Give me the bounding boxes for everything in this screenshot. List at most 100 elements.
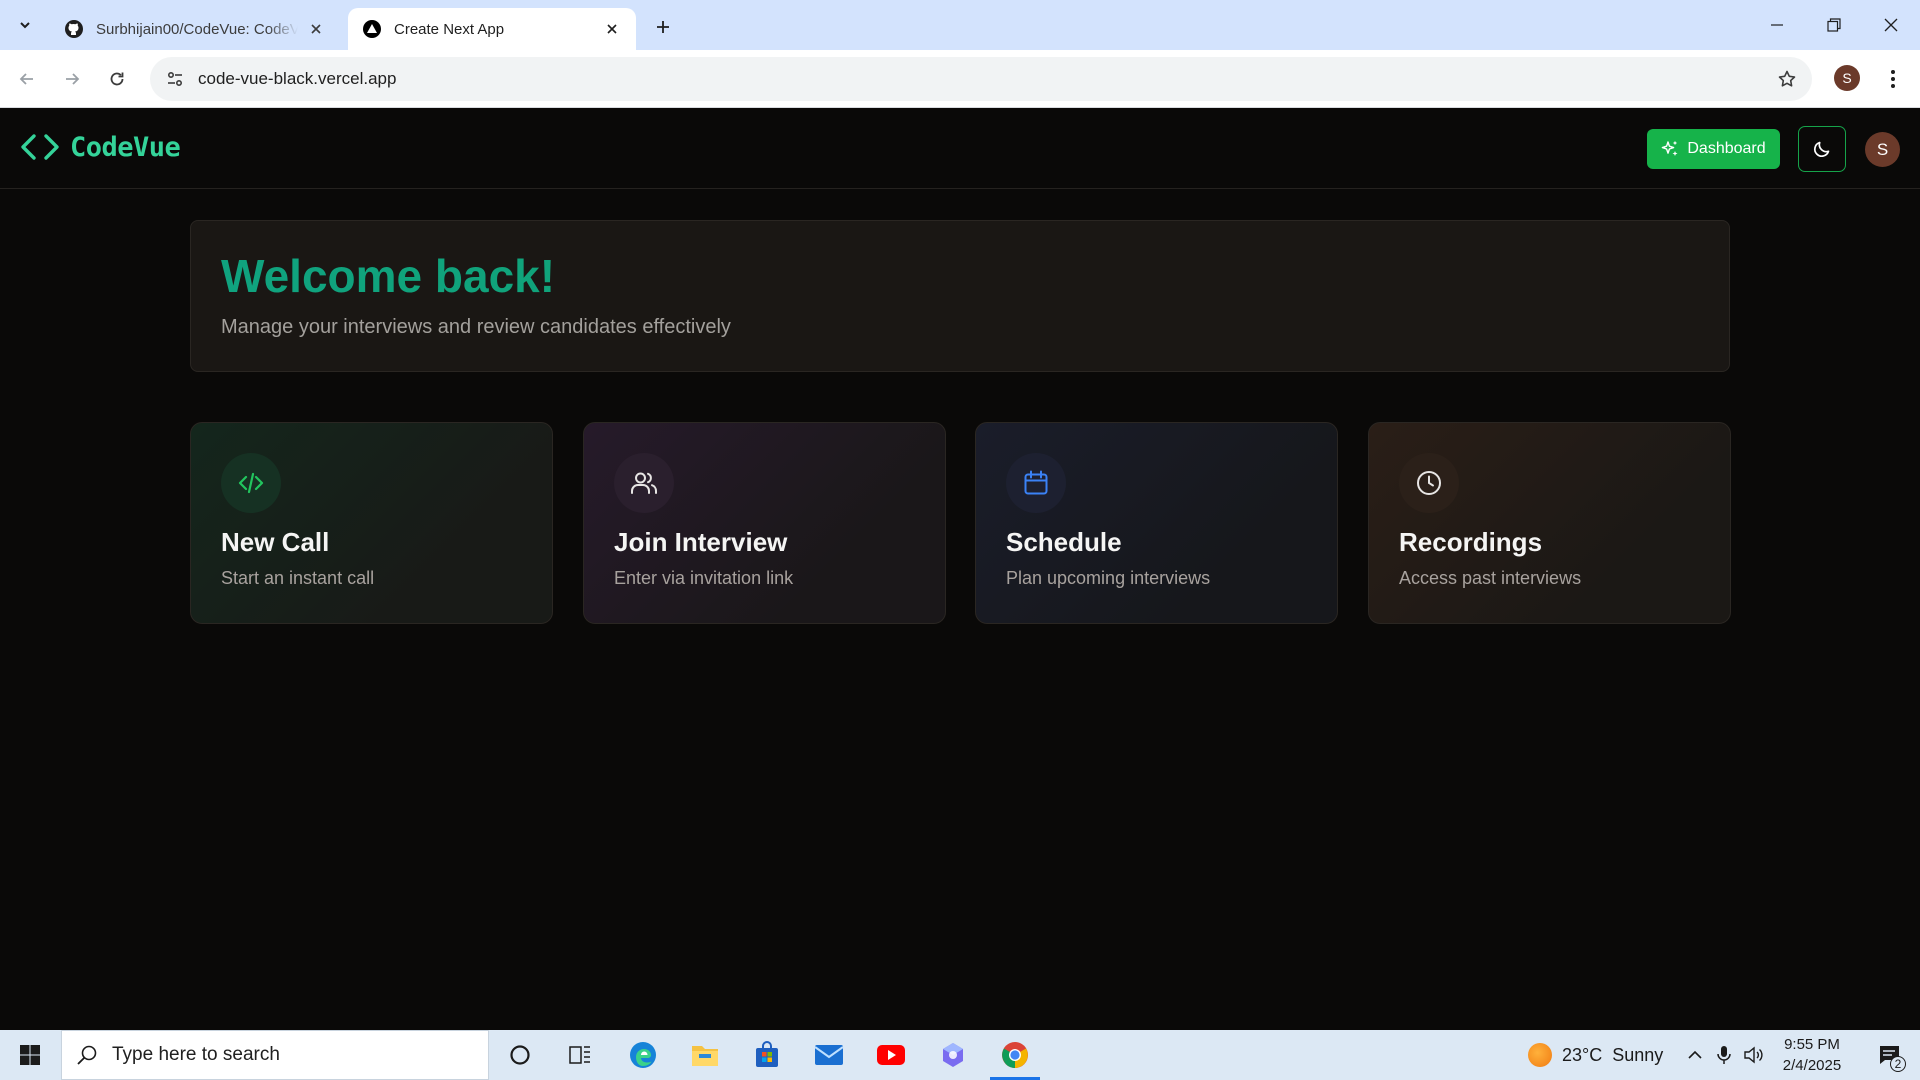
schedule-card[interactable]: Schedule Plan upcoming interviews bbox=[975, 422, 1338, 624]
url-text: code-vue-black.vercel.app bbox=[198, 69, 397, 88]
chrome-icon bbox=[1002, 1042, 1028, 1068]
user-avatar[interactable]: S bbox=[1865, 132, 1900, 167]
tab-title: Surbhijain00/CodeVue: CodeVue bbox=[96, 20, 298, 38]
close-window-button[interactable] bbox=[1862, 0, 1920, 50]
forward-button[interactable] bbox=[54, 61, 90, 97]
reload-icon bbox=[110, 72, 124, 86]
notification-center-button[interactable]: 2 bbox=[1866, 1030, 1912, 1080]
tab-title: Create Next App bbox=[394, 20, 505, 38]
volume-tray-button[interactable] bbox=[1739, 1030, 1767, 1080]
close-icon bbox=[1884, 18, 1898, 32]
card-title: New Call bbox=[221, 527, 330, 557]
card-description: Plan upcoming interviews bbox=[1006, 568, 1211, 588]
tab-search-button[interactable] bbox=[8, 10, 42, 40]
restore-icon bbox=[1827, 18, 1841, 32]
chrome-taskbar-icon[interactable] bbox=[986, 1030, 1044, 1080]
chevron-down-icon bbox=[20, 22, 30, 29]
welcome-title: Welcome back! bbox=[221, 251, 1699, 302]
sparkles-icon bbox=[1662, 141, 1678, 156]
minimize-button[interactable] bbox=[1748, 0, 1806, 50]
bookmark-star-icon[interactable] bbox=[1772, 64, 1802, 94]
start-button[interactable] bbox=[0, 1030, 60, 1080]
task-view-icon bbox=[569, 1046, 590, 1064]
minimize-icon bbox=[1771, 24, 1783, 26]
calendar-icon bbox=[1024, 470, 1048, 495]
join-interview-card[interactable]: Join Interview Enter via invitation link bbox=[583, 422, 946, 624]
recordings-card[interactable]: Recordings Access past interviews bbox=[1368, 422, 1731, 624]
clock-time: 9:55 PM bbox=[1784, 1036, 1840, 1053]
new-tab-button[interactable] bbox=[648, 12, 678, 42]
recordings-icon-wrap bbox=[1399, 453, 1459, 513]
clock-date: 2/4/2025 bbox=[1782, 1057, 1842, 1074]
store-icon bbox=[756, 1041, 778, 1067]
folder-icon bbox=[692, 1046, 718, 1066]
tab-close-icon[interactable] bbox=[602, 19, 622, 39]
browser-toolbar: code-vue-black.vercel.app S bbox=[0, 50, 1920, 108]
taskbar-search-box[interactable]: Type here to search bbox=[61, 1030, 489, 1080]
edge-icon bbox=[630, 1042, 656, 1068]
dashboard-button-label: Dashboard bbox=[1687, 140, 1766, 157]
search-icon bbox=[77, 1045, 97, 1065]
notification-count: 2 bbox=[1890, 1056, 1906, 1072]
tab-github[interactable]: Surbhijain00/CodeVue: CodeVue bbox=[50, 8, 340, 50]
app-logo[interactable]: CodeVue bbox=[20, 130, 181, 164]
welcome-subtitle: Manage your interviews and review candid… bbox=[221, 315, 731, 338]
microphone-tray-button[interactable] bbox=[1710, 1030, 1738, 1080]
restore-button[interactable] bbox=[1805, 0, 1863, 50]
card-description: Start an instant call bbox=[221, 568, 375, 588]
sunny-icon bbox=[1528, 1043, 1552, 1067]
browser-profile-avatar[interactable]: S bbox=[1834, 65, 1860, 91]
card-title: Recordings bbox=[1399, 527, 1543, 557]
tab-close-icon[interactable] bbox=[306, 19, 326, 39]
copilot-icon bbox=[943, 1043, 963, 1067]
copilot-taskbar-icon[interactable] bbox=[924, 1030, 982, 1080]
theme-toggle-button[interactable] bbox=[1798, 126, 1846, 172]
task-view-button[interactable] bbox=[551, 1030, 609, 1080]
back-button[interactable] bbox=[9, 61, 45, 97]
arrow-left-icon bbox=[19, 73, 33, 85]
cortana-button[interactable] bbox=[491, 1030, 549, 1080]
taskbar-clock[interactable]: 9:55 PM 2/4/2025 bbox=[1770, 1034, 1854, 1076]
github-icon bbox=[64, 19, 84, 39]
weather-widget[interactable]: 23°C Sunny bbox=[1528, 1030, 1663, 1080]
taskbar-search-placeholder: Type here to search bbox=[112, 1044, 280, 1065]
microphone-icon bbox=[1717, 1046, 1731, 1064]
app-brand-name: CodeVue bbox=[70, 131, 181, 163]
dashboard-button[interactable]: Dashboard bbox=[1647, 129, 1780, 169]
windows-taskbar: Type here to search 23°C Sunny 9:55 PM 2… bbox=[0, 1030, 1920, 1080]
volume-icon bbox=[1744, 1046, 1763, 1064]
code-brackets-icon bbox=[21, 134, 59, 160]
reload-button[interactable] bbox=[99, 61, 135, 97]
youtube-icon bbox=[877, 1045, 905, 1065]
browser-tabstrip: Surbhijain00/CodeVue: CodeVue Create Nex… bbox=[0, 0, 1920, 50]
clock-icon bbox=[1417, 471, 1441, 495]
show-hidden-icons-button[interactable] bbox=[1681, 1030, 1709, 1080]
mail-icon bbox=[814, 1045, 844, 1065]
file-explorer-taskbar-icon[interactable] bbox=[676, 1030, 734, 1080]
schedule-icon-wrap bbox=[1006, 453, 1066, 513]
site-info-icon[interactable] bbox=[154, 57, 196, 101]
card-description: Enter via invitation link bbox=[614, 568, 794, 588]
browser-menu-button[interactable] bbox=[1880, 63, 1906, 95]
windows-logo-icon bbox=[20, 1045, 40, 1065]
weather-condition: Sunny bbox=[1612, 1044, 1664, 1065]
edge-taskbar-icon[interactable] bbox=[614, 1030, 672, 1080]
app-header: CodeVue Dashboard S bbox=[0, 108, 1920, 189]
nextjs-icon bbox=[362, 19, 382, 39]
more-vertical-icon bbox=[1891, 70, 1895, 88]
welcome-banner: Welcome back! Manage your interviews and… bbox=[190, 220, 1730, 372]
youtube-taskbar-icon[interactable] bbox=[862, 1030, 920, 1080]
card-description: Access past interviews bbox=[1399, 568, 1582, 588]
app-page: CodeVue Dashboard S Welcome back! Manage… bbox=[0, 108, 1920, 1030]
address-bar[interactable]: code-vue-black.vercel.app bbox=[150, 57, 1812, 101]
plus-icon bbox=[657, 21, 669, 33]
tab-create-next-app[interactable]: Create Next App bbox=[348, 8, 636, 50]
mail-taskbar-icon[interactable] bbox=[800, 1030, 858, 1080]
cortana-circle-icon bbox=[510, 1045, 530, 1065]
moon-icon bbox=[1813, 141, 1830, 158]
chevron-up-icon bbox=[1688, 1050, 1702, 1059]
users-icon bbox=[631, 472, 658, 494]
new-call-card[interactable]: New Call Start an instant call bbox=[190, 422, 553, 624]
store-taskbar-icon[interactable] bbox=[738, 1030, 796, 1080]
arrow-right-icon bbox=[66, 73, 80, 85]
